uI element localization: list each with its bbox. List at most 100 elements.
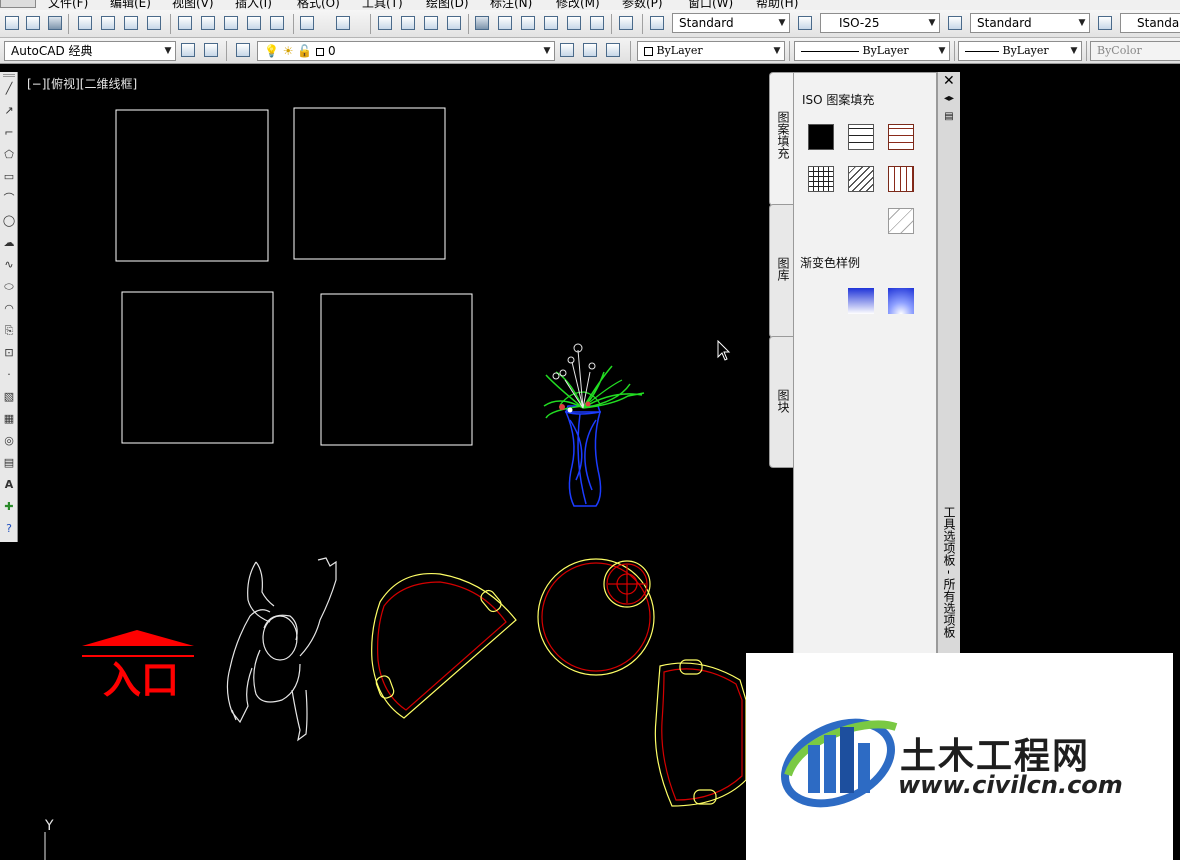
table-style-icon[interactable] bbox=[946, 14, 964, 32]
plot-icon[interactable] bbox=[76, 14, 94, 32]
revision-cloud-icon[interactable]: ☁ bbox=[2, 236, 16, 250]
spline-icon[interactable]: ∿ bbox=[2, 258, 16, 272]
tool-palettes-icon[interactable] bbox=[519, 14, 537, 32]
sheet-set-icon[interactable] bbox=[542, 14, 560, 32]
zoom-window-icon[interactable] bbox=[422, 14, 440, 32]
menu-draw[interactable]: 绘图(D) bbox=[426, 0, 469, 10]
rectangle-1 bbox=[115, 109, 269, 262]
circle-icon[interactable]: ◯ bbox=[2, 214, 16, 228]
toolbar-grip[interactable] bbox=[3, 74, 15, 77]
color-select[interactable]: ByLayer ▼ bbox=[637, 41, 785, 61]
hatch-parquet-swatch[interactable] bbox=[888, 166, 914, 192]
close-icon[interactable]: ✕ bbox=[943, 73, 955, 89]
layer-previous-icon[interactable] bbox=[581, 41, 599, 59]
hatch-brick-swatch[interactable] bbox=[848, 124, 874, 150]
table-style-select[interactable]: Standard ▼ bbox=[970, 13, 1090, 33]
undo-icon[interactable] bbox=[298, 14, 316, 32]
pan-hand-icon[interactable] bbox=[376, 14, 394, 32]
workspace-save-icon[interactable] bbox=[202, 41, 220, 59]
redo-icon[interactable] bbox=[334, 14, 352, 32]
dim-style-icon[interactable] bbox=[796, 14, 814, 32]
text-style-icon[interactable] bbox=[648, 14, 666, 32]
properties-icon[interactable] bbox=[473, 14, 491, 32]
dim-style-select[interactable]: ISO-25 ▼ bbox=[820, 13, 940, 33]
cut-icon[interactable] bbox=[176, 14, 194, 32]
markup-icon[interactable] bbox=[565, 14, 583, 32]
properties-menu-icon[interactable]: ▤ bbox=[943, 112, 955, 122]
multiline-text-icon[interactable]: A bbox=[2, 478, 16, 492]
linetype-select[interactable]: ByLayer ▼ bbox=[794, 41, 950, 61]
make-block-icon[interactable]: ⊡ bbox=[2, 346, 16, 360]
arc-icon[interactable]: ⌒ bbox=[2, 192, 16, 206]
lineweight-select[interactable]: ByLayer ▼ bbox=[958, 41, 1082, 61]
zoom-previous-icon[interactable] bbox=[445, 14, 463, 32]
open-file-icon[interactable] bbox=[24, 14, 42, 32]
insert-block-icon[interactable]: ⎘ bbox=[2, 324, 16, 338]
zoom-realtime-icon[interactable] bbox=[399, 14, 417, 32]
paste-icon[interactable] bbox=[222, 14, 240, 32]
workspace-settings-icon[interactable] bbox=[179, 41, 197, 59]
new-file-icon[interactable] bbox=[3, 14, 21, 32]
publish-icon[interactable] bbox=[122, 14, 140, 32]
hatch-ansi31-light-swatch[interactable] bbox=[888, 208, 914, 234]
calculator-icon[interactable] bbox=[588, 14, 606, 32]
help-icon[interactable] bbox=[617, 14, 635, 32]
region-icon[interactable]: ◎ bbox=[2, 434, 16, 448]
line-icon[interactable]: ╱ bbox=[2, 82, 16, 96]
tab-blocks[interactable]: 图块 bbox=[769, 336, 794, 468]
ellipse-arc-icon[interactable]: ◠ bbox=[2, 302, 16, 316]
tab-hatch[interactable]: 图案填充 bbox=[769, 72, 794, 206]
polygon-icon[interactable]: ⬠ bbox=[2, 148, 16, 162]
menu-window[interactable]: 窗口(W) bbox=[688, 0, 733, 10]
help-icon[interactable]: ? bbox=[2, 522, 16, 536]
rectangle-3 bbox=[121, 291, 274, 444]
tab-gallery[interactable]: 图库 bbox=[769, 204, 794, 338]
menu-file[interactable]: 文件(F) bbox=[48, 0, 88, 10]
multileader-style-select[interactable]: Standard bbox=[1120, 13, 1180, 33]
design-center-icon[interactable] bbox=[496, 14, 514, 32]
layer-select[interactable]: 💡 ☀ 🔓 0 ▼ bbox=[257, 41, 555, 61]
copy-icon[interactable] bbox=[199, 14, 217, 32]
autohide-icon[interactable]: ◂▸ bbox=[943, 94, 955, 104]
menu-tools[interactable]: 工具(T) bbox=[362, 0, 403, 10]
layer-properties-icon[interactable] bbox=[234, 41, 252, 59]
plot-preview-icon[interactable] bbox=[99, 14, 117, 32]
polyline-icon[interactable]: ⌐ bbox=[2, 126, 16, 140]
menu-insert[interactable]: 插入(I) bbox=[235, 0, 272, 10]
block-editor-icon[interactable] bbox=[268, 14, 286, 32]
chevron-down-icon: ▼ bbox=[925, 14, 939, 32]
menu-view[interactable]: 视图(V) bbox=[172, 0, 214, 10]
gradient-icon[interactable]: ▦ bbox=[2, 412, 16, 426]
flower-vase-block bbox=[543, 343, 645, 507]
point-icon[interactable]: · bbox=[2, 368, 16, 382]
menu-modify[interactable]: 修改(M) bbox=[556, 0, 600, 10]
save-icon[interactable] bbox=[46, 14, 64, 32]
multileader-style-value: Standard bbox=[1137, 16, 1180, 30]
hatch-brick-red-swatch[interactable] bbox=[888, 124, 914, 150]
table-icon[interactable]: ▤ bbox=[2, 456, 16, 470]
menu-format[interactable]: 格式(O) bbox=[297, 0, 340, 10]
add-selected-icon[interactable]: ✚ bbox=[2, 500, 16, 514]
construction-line-icon[interactable]: ↗ bbox=[2, 104, 16, 118]
make-current-layer-icon[interactable] bbox=[558, 41, 576, 59]
menu-dimension[interactable]: 标注(N) bbox=[490, 0, 532, 10]
workspace-select[interactable]: AutoCAD 经典 ▼ bbox=[4, 41, 176, 61]
layer-state-icon[interactable] bbox=[604, 41, 622, 59]
hatch-ansi31-swatch[interactable] bbox=[848, 166, 874, 192]
match-properties-icon[interactable] bbox=[245, 14, 263, 32]
text-style-select[interactable]: Standard ▼ bbox=[672, 13, 790, 33]
gradient-linear-swatch[interactable] bbox=[848, 288, 874, 314]
hatch-grid-swatch[interactable] bbox=[808, 166, 834, 192]
gradient-radial-swatch[interactable] bbox=[888, 288, 914, 314]
application-button[interactable] bbox=[0, 0, 36, 8]
hatch-icon[interactable]: ▧ bbox=[2, 390, 16, 404]
multileader-style-icon[interactable] bbox=[1096, 14, 1114, 32]
menu-edit[interactable]: 编辑(E) bbox=[110, 0, 151, 10]
menu-parametric[interactable]: 参数(P) bbox=[622, 0, 663, 10]
watermark-url: www.civilcn.com bbox=[898, 771, 1123, 799]
rectangle-icon[interactable]: ▭ bbox=[2, 170, 16, 184]
ellipse-icon[interactable]: ⬭ bbox=[2, 280, 16, 294]
hatch-solid-swatch[interactable] bbox=[808, 124, 834, 150]
menu-help[interactable]: 帮助(H) bbox=[756, 0, 798, 10]
3d-dwf-icon[interactable] bbox=[145, 14, 163, 32]
